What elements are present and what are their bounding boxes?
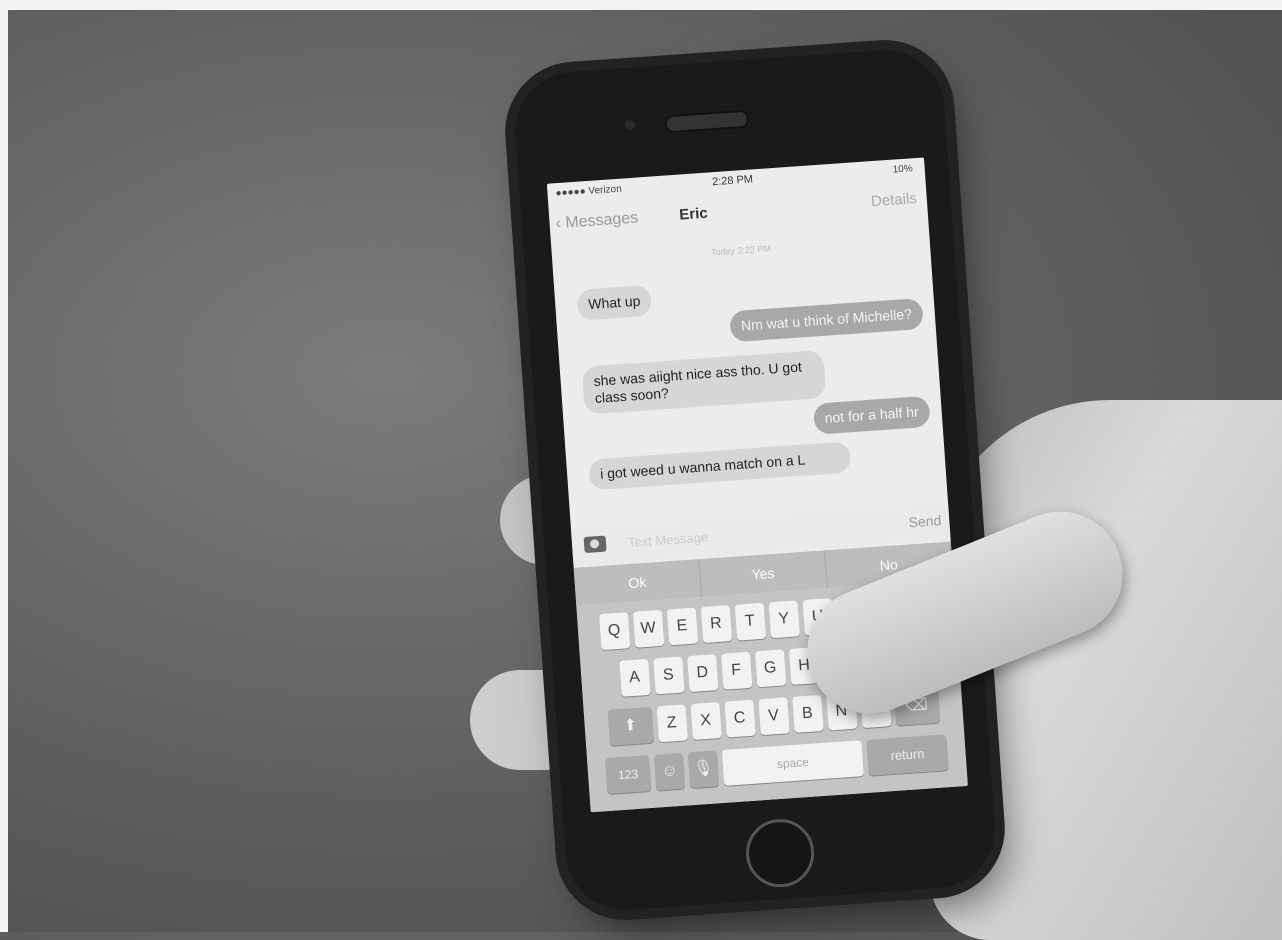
message-bubble-incoming: i got weed u wanna match on a L [588,441,852,491]
home-button[interactable] [743,816,817,890]
conversation-title: Eric [678,204,709,224]
key-c[interactable]: C [723,699,756,738]
key-f[interactable]: F [720,651,752,690]
message-bubble-incoming: What up [576,284,653,321]
back-label: Messages [564,209,639,232]
key-a[interactable]: A [618,658,651,697]
return-key[interactable]: return [866,734,949,776]
key-e[interactable]: E [666,607,698,646]
key-d[interactable]: D [686,654,719,693]
microphone-key[interactable]: 🎙 [687,750,720,789]
numbers-key[interactable]: 123 [605,755,652,795]
key-q[interactable]: Q [598,612,630,651]
image-border-top [0,0,1282,10]
message-bubble-incoming: she was aiight nice ass tho. U got class… [581,349,827,415]
camera-icon[interactable] [583,535,607,554]
key-g[interactable]: G [754,649,786,688]
key-x[interactable]: X [689,702,722,740]
emoji-key[interactable]: ☺ [653,752,686,791]
message-bubble-outgoing: Nm wat u think of Michelle? [728,297,924,343]
space-key[interactable]: space [721,740,864,786]
shift-key[interactable]: ⬆ [607,706,654,746]
key-t[interactable]: T [734,602,766,641]
message-bubble-outgoing: not for a half hr [812,395,931,435]
front-camera [624,119,636,131]
key-s[interactable]: S [652,656,685,695]
carrier-label: ●●●●● Verizon [555,183,623,200]
smartphone: ●●●●● Verizon 2:28 PM 10% ‹ Messages Eri… [511,46,999,914]
key-w[interactable]: W [632,609,664,648]
battery-label: 10% [892,163,914,176]
back-button[interactable]: ‹ Messages [555,210,639,234]
phone-screen: ●●●●● Verizon 2:28 PM 10% ‹ Messages Eri… [546,157,968,813]
key-v[interactable]: V [757,697,790,736]
earpiece [664,109,750,134]
image-border-left [0,0,8,932]
key-b[interactable]: B [791,694,824,733]
key-y[interactable]: Y [768,600,800,639]
clock: 2:28 PM [711,173,754,189]
key-r[interactable]: R [700,605,732,644]
key-z[interactable]: Z [656,704,688,743]
message-input[interactable]: Text Message [621,515,868,554]
details-button[interactable]: Details [870,190,917,210]
send-button[interactable]: Send [908,512,942,530]
